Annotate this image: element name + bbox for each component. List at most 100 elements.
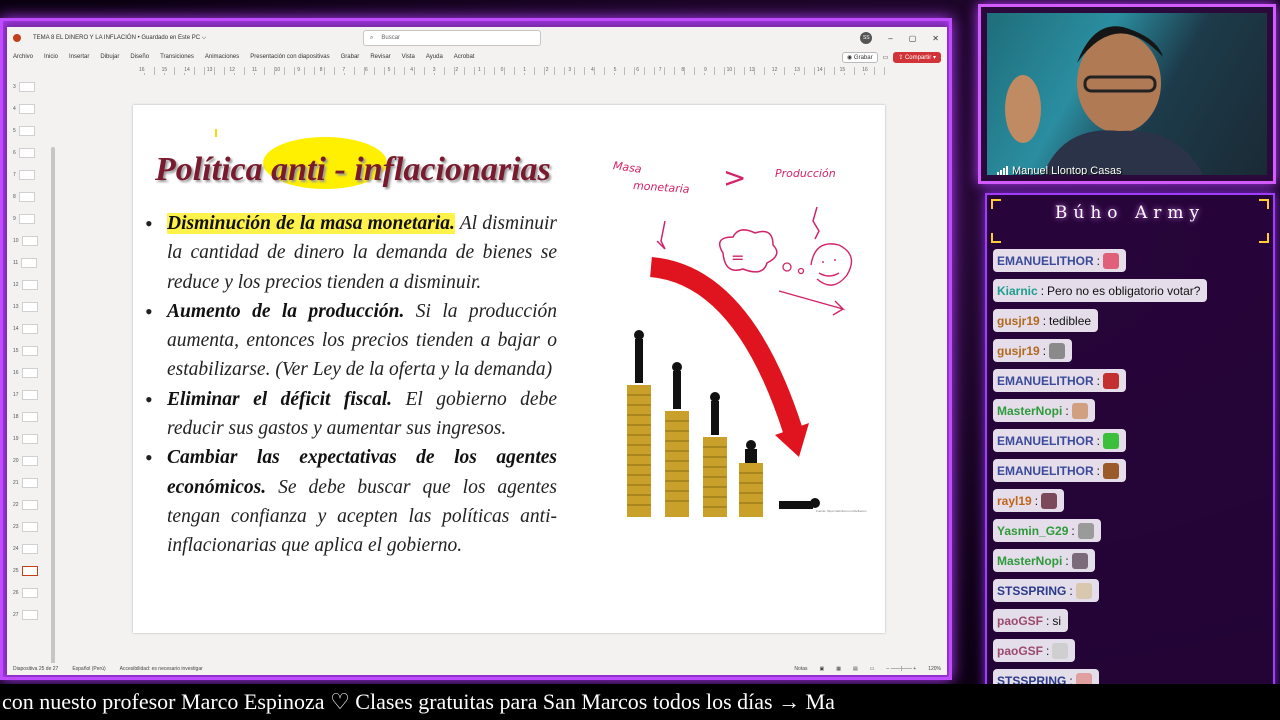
minimize-icon[interactable]: – [888, 34, 892, 43]
webcam-feed: Manuel Llontop Casas [987, 13, 1267, 175]
ruler-number: 1 [523, 67, 526, 73]
ruler-number: 2 [545, 67, 549, 73]
ruler-number: 15 [839, 67, 846, 73]
chat-text: si [1052, 613, 1062, 628]
slide-thumbnail[interactable]: 21 [13, 475, 47, 491]
slide-thumbnail[interactable]: 5 [13, 123, 47, 139]
chat-username[interactable]: EMANUELITHOR [997, 254, 1094, 268]
slide-thumbnail-number: 3 [13, 84, 16, 90]
slide-thumbnail[interactable]: 10 [13, 233, 47, 249]
chat-username[interactable]: EMANUELITHOR [997, 374, 1094, 388]
slide-thumbnail[interactable]: 26 [13, 585, 47, 601]
window-controls: SS – ▢ ✕ [860, 32, 947, 44]
slide-thumbnail[interactable]: 8 [13, 189, 47, 205]
slide-thumbnail[interactable]: 11 [13, 255, 47, 271]
slide-thumbnail-number: 20 [13, 458, 19, 464]
reading-view-icon[interactable]: ▤ [853, 666, 858, 672]
accessibility-status[interactable]: Accesibilidad: es necesario investigar [120, 666, 203, 672]
chat-username[interactable]: gusjr19 [997, 314, 1040, 328]
language-status[interactable]: Español (Perú) [72, 666, 105, 672]
zoom-slider[interactable]: – ——|—— + [886, 666, 916, 672]
slide-thumbnail-number: 15 [13, 348, 19, 354]
chat-username[interactable]: Kiarnic [997, 284, 1038, 298]
ruler-number: 12 [771, 67, 778, 73]
slide-thumbnail[interactable]: 6 [13, 145, 47, 161]
slide-thumbnail[interactable]: 4 [13, 101, 47, 117]
thumbnails-scrollbar[interactable] [51, 147, 55, 667]
ribbon-tab[interactable]: Vista [402, 54, 415, 60]
ribbon-tab[interactable]: Animaciones [205, 54, 239, 60]
slide-thumbnail[interactable]: 25 [13, 563, 47, 579]
slide-thumbnail[interactable]: 24 [13, 541, 47, 557]
ribbon-tab[interactable]: Archivo [13, 54, 33, 60]
emote-icon [1077, 522, 1094, 539]
sorter-view-icon[interactable]: ▦ [836, 666, 841, 672]
chat-username[interactable]: paoGSF [997, 614, 1043, 628]
slide-thumbnail[interactable]: 22 [13, 497, 47, 513]
slide-thumbnail-preview [21, 280, 38, 290]
slide-thumbnail[interactable]: 19 [13, 431, 47, 447]
chat-username[interactable]: STSSPRING [997, 584, 1066, 598]
ruler-number: 10 [274, 67, 281, 73]
normal-view-icon[interactable]: ▣ [819, 666, 824, 672]
chat-username[interactable]: rayl19 [997, 494, 1032, 508]
chat-username[interactable]: Yasmin_G29 [997, 524, 1068, 538]
chat-username[interactable]: paoGSF [997, 644, 1043, 658]
ribbon-tab[interactable]: Grabar [341, 54, 360, 60]
zoom-level[interactable]: 120% [928, 666, 941, 672]
slide-thumbnail[interactable]: 17 [13, 387, 47, 403]
slide-thumbnail[interactable]: 13 [13, 299, 47, 315]
corner-ornament [1259, 233, 1269, 243]
slide-thumbnail[interactable]: 18 [13, 409, 47, 425]
compartir-button[interactable]: ⇪ Compartir ▾ [893, 51, 941, 63]
chat-message-row: Yasmin_G29 : [993, 519, 1263, 549]
maximize-icon[interactable]: ▢ [909, 34, 917, 43]
ribbon-tab[interactable]: Dibujar [100, 54, 119, 60]
ribbon-tab[interactable]: Presentación con diapositivas [250, 54, 329, 60]
chat-message: EMANUELITHOR : [993, 369, 1127, 392]
chat-username[interactable]: EMANUELITHOR [997, 434, 1094, 448]
chat-username[interactable]: EMANUELITHOR [997, 464, 1094, 478]
chat-message-row: EMANUELITHOR : [993, 429, 1263, 459]
notes-button[interactable]: Notas [794, 666, 807, 672]
document-title: TEMA 8 EL DINERO Y LA INFLACIÓN • Guarda… [33, 34, 207, 41]
grabar-button[interactable]: ◉ Grabar [842, 51, 878, 63]
slide-thumbnail[interactable]: 9 [13, 211, 47, 227]
chat-username[interactable]: MasterNopi [997, 404, 1062, 418]
ribbon-tab[interactable]: Inicio [44, 54, 58, 60]
bullet-heading: Disminución de la masa monetaria. [167, 213, 455, 234]
ribbon-tab[interactable]: Acrobat [454, 54, 475, 60]
ink-produccion: Producción [775, 167, 836, 180]
ink-arrow-right [812, 206, 820, 240]
slide-thumbnail[interactable]: 20 [13, 453, 47, 469]
slide-thumbnail[interactable]: 7 [13, 167, 47, 183]
slide-thumbnail[interactable]: 12 [13, 277, 47, 293]
close-icon[interactable]: ✕ [932, 34, 939, 43]
ribbon-tab[interactable]: Revisar [370, 54, 390, 60]
slide-thumbnail[interactable]: 16 [13, 365, 47, 381]
ribbon-tab[interactable]: Ayuda [426, 54, 443, 60]
presenter-name: Manuel Llontop Casas [1012, 165, 1122, 175]
slide-thumbnail[interactable]: 14 [13, 321, 47, 337]
slide-thumbnail[interactable]: 15 [13, 343, 47, 359]
search-input[interactable]: ⌕ Buscar [363, 30, 541, 46]
powerpoint-icon [13, 34, 21, 42]
slide-thumbnail-preview [21, 368, 38, 378]
ribbon-tab[interactable]: Insertar [69, 54, 89, 60]
status-bar: Diapositiva 25 de 27 Español (Perú) Acce… [7, 663, 947, 675]
slide-thumbnail[interactable]: 23 [13, 519, 47, 535]
emote-icon [1103, 462, 1120, 479]
slide-thumbnail[interactable]: 27 [13, 607, 47, 623]
slideshow-icon[interactable]: ▭ [870, 666, 875, 672]
ribbon-tab[interactable]: Diseño [130, 54, 149, 60]
ink-cloud [718, 229, 778, 273]
chat-panel: Búho Army EMANUELITHOR : Kiarnic : Pero … [985, 193, 1275, 693]
comments-icon[interactable]: ▭ [883, 54, 889, 61]
slide-thumbnail[interactable]: 3 [13, 79, 47, 95]
avatar[interactable]: SS [860, 32, 873, 44]
chat-message-row: EMANUELITHOR : [993, 459, 1263, 489]
slide-thumbnail-number: 26 [13, 590, 19, 596]
chat-username[interactable]: MasterNopi [997, 554, 1062, 568]
ribbon-tab[interactable]: Transiciones [160, 54, 194, 60]
chat-username[interactable]: gusjr19 [997, 344, 1040, 358]
